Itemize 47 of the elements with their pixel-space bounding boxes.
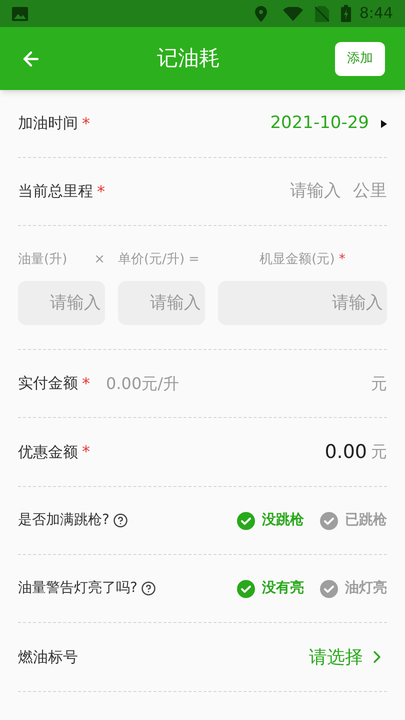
field-label: 油量警告灯亮了吗? xyxy=(18,579,138,598)
wifi-icon xyxy=(283,6,304,20)
help-icon[interactable] xyxy=(113,513,128,528)
required-mark: * xyxy=(82,441,90,463)
radio-option[interactable]: 已跳枪 xyxy=(320,510,387,531)
paid-input[interactable]: 0.00元/升 xyxy=(106,372,371,396)
image-icon xyxy=(12,6,28,20)
radio-option[interactable]: 油灯亮 xyxy=(320,578,387,599)
required-mark: * xyxy=(338,250,346,269)
unit-label: 元 xyxy=(371,372,387,394)
date-picker[interactable]: 2021-10-29 xyxy=(270,110,369,136)
unit-label: 元 xyxy=(371,441,387,463)
discount-value[interactable]: 0.00 xyxy=(324,438,367,466)
required-mark: * xyxy=(82,372,90,394)
add-button[interactable]: 添加 xyxy=(335,42,385,76)
field-label: 实付金额 xyxy=(18,373,78,394)
field-label: 机显金额(元) xyxy=(260,250,335,269)
check-circle-icon xyxy=(237,580,255,598)
field-label: 油量(升) xyxy=(18,250,68,269)
field-label: 优惠金额 xyxy=(18,442,78,463)
mileage-input[interactable]: 请输入 xyxy=(105,178,341,204)
fuel-type-select[interactable]: 请选择 xyxy=(309,644,387,670)
page-title: 记油耗 xyxy=(156,44,221,72)
triangle-right-icon xyxy=(381,120,387,128)
radio-option[interactable]: 没跳枪 xyxy=(237,510,304,531)
help-icon[interactable] xyxy=(141,581,156,596)
field-label: 加油时间 xyxy=(18,113,78,134)
check-circle-icon xyxy=(320,580,338,598)
check-circle-icon xyxy=(237,512,255,530)
field-label: 燃油标号 xyxy=(18,646,78,668)
field-label: 单价(元/升) xyxy=(118,250,185,269)
unit-label: 公里 xyxy=(353,180,387,203)
number-input[interactable]: 请输入 xyxy=(118,281,205,326)
required-mark: * xyxy=(82,112,90,134)
field-label: 当前总里程 xyxy=(18,181,93,202)
battery-icon xyxy=(341,5,352,22)
no-sim-icon xyxy=(315,6,330,22)
check-circle-icon xyxy=(320,512,338,530)
field-label: 是否加满跳枪? xyxy=(18,511,110,530)
location-icon xyxy=(255,6,268,22)
operator-sign: × xyxy=(94,250,105,269)
required-mark: * xyxy=(97,180,105,202)
number-input[interactable]: 请输入 xyxy=(18,281,105,326)
number-input[interactable]: 请输入 xyxy=(218,281,387,326)
status-time: 8:44 xyxy=(359,3,393,24)
operator-sign: = xyxy=(188,250,200,269)
radio-option[interactable]: 没有亮 xyxy=(237,578,304,599)
